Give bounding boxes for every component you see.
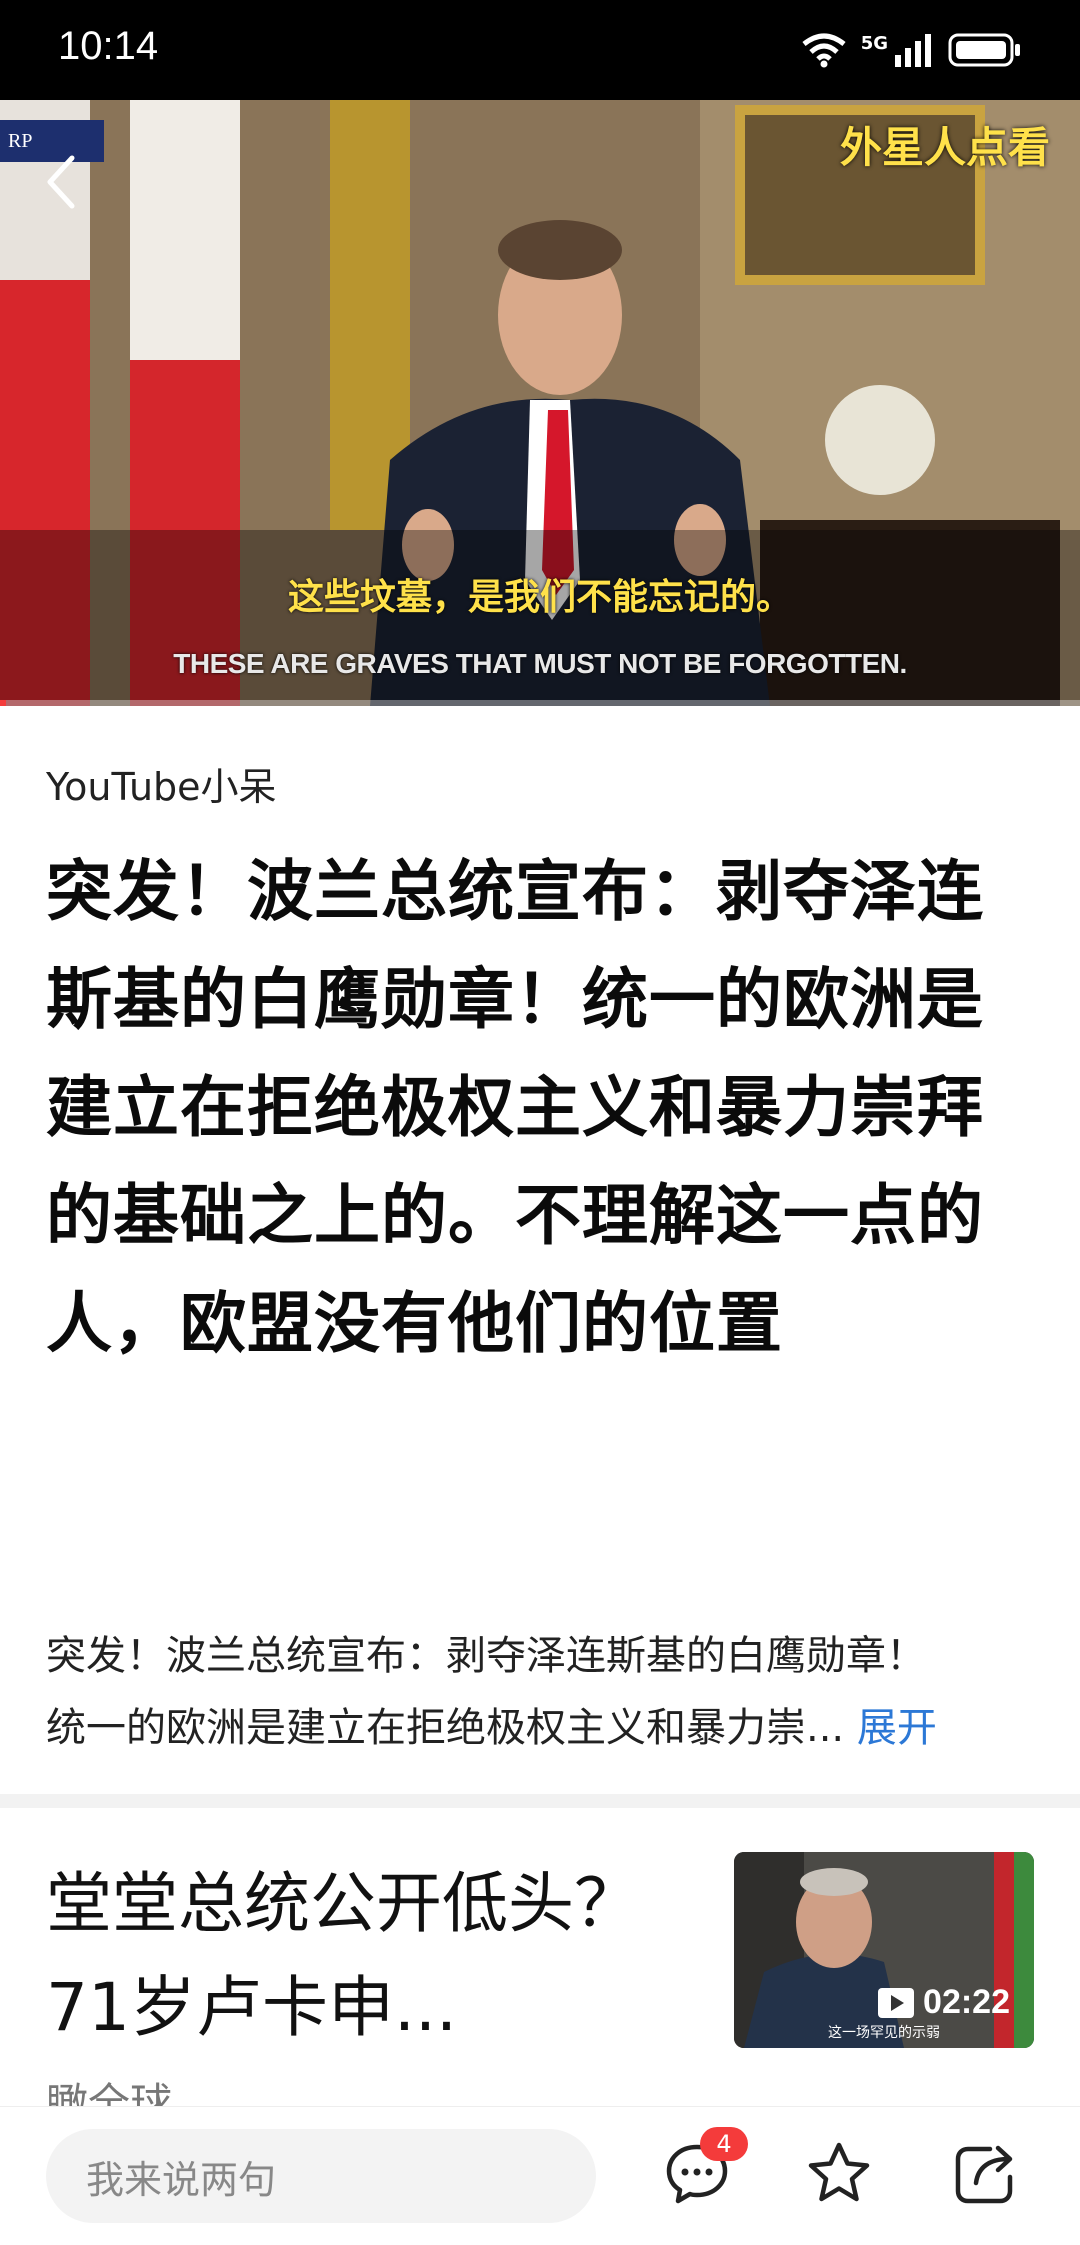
summary-line-1: 突发！波兰总统宣布：剥夺泽连斯基的白鹰勋章！ [46, 1633, 926, 1679]
signal-icon [895, 34, 931, 67]
star-icon[interactable] [804, 2139, 874, 2209]
video-watermark: 外星人点看 [839, 123, 1050, 172]
wifi-icon [802, 33, 846, 68]
battery-icon [948, 33, 1020, 67]
share-icon[interactable] [950, 2139, 1020, 2209]
summary-line-2-text: 统一的欧洲是建立在拒绝极权主义和暴力崇... [46, 1705, 845, 1751]
bottom-action-bar: 我来说两句 4 [0, 2106, 1080, 2245]
play-icon [878, 1987, 915, 2018]
subtitle-chinese: 这些坟墓，是我们不能忘记的。 [287, 577, 792, 618]
video-player[interactable]: RP 外星人点看 这些坟墓，是我们不能忘记的。 THESE ARE GRAVES… [0, 100, 1080, 706]
article-summary: 突发！波兰总统宣布：剥夺泽连斯基的白鹰勋章！ 统一的欧洲是建立在拒绝极权主义和暴… [46, 1620, 1042, 1764]
comment-input[interactable]: 我来说两句 [46, 2129, 596, 2223]
expand-link[interactable]: 展开 [857, 1705, 937, 1751]
back-arrow-icon[interactable] [40, 152, 80, 212]
duration-text: 02:22 [923, 1983, 1010, 2021]
video-progress-bar[interactable] [0, 700, 1080, 706]
author-name[interactable]: YouTube小呆 [46, 756, 277, 811]
recommended-thumbnail[interactable]: 02:22 这一场罕见的示弱 [734, 1852, 1034, 2048]
video-duration: 02:22 [877, 1983, 1010, 2022]
comment-count-badge: 4 [700, 2127, 748, 2161]
summary-line-2: 统一的欧洲是建立在拒绝极权主义和暴力崇... 展开 [46, 1692, 1042, 1764]
status-time: 10:14 [58, 24, 159, 68]
thumbnail-caption: 这一场罕见的示弱 [828, 2025, 940, 2041]
status-icons: 5G [801, 28, 1022, 72]
status-bar: 10:14 5G [0, 0, 1080, 100]
network-label: 5G [860, 32, 888, 54]
section-divider [0, 1794, 1080, 1808]
video-progress-fill [0, 700, 6, 706]
subtitle-english: THESE ARE GRAVES THAT MUST NOT BE FORGOT… [173, 648, 907, 679]
recommended-title[interactable]: 堂堂总统公开低头？71岁卢卡申... [46, 1852, 686, 2060]
recommended-item[interactable]: 堂堂总统公开低头？71岁卢卡申... 瞰全球 02:22 这一场罕见的示弱 [0, 1808, 1080, 2128]
article-headline: 突发！波兰总统宣布：剥夺泽连斯基的白鹰勋章！统一的欧洲是建立在拒绝极权主义和暴力… [46, 853, 984, 1362]
